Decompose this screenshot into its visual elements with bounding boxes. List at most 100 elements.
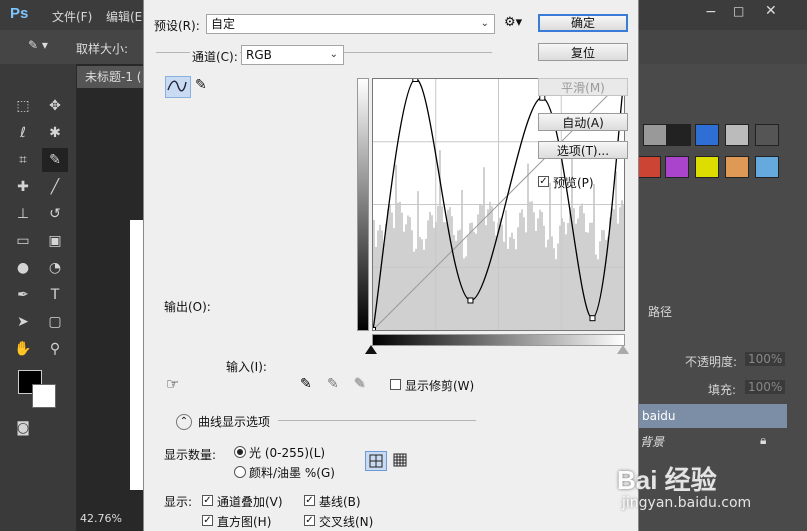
tab-paths[interactable]: 路径 xyxy=(648,303,672,320)
ok-button[interactable]: 确定 xyxy=(538,14,628,32)
history-brush-icon[interactable]: ↺ xyxy=(42,202,68,226)
curve-point[interactable] xyxy=(412,79,419,82)
zoom-tool-icon[interactable]: ⚲ xyxy=(42,337,68,361)
preview-checkbox[interactable]: ✓ xyxy=(538,176,549,187)
intersection-label: 交叉线(N) xyxy=(319,515,374,529)
eraser-tool-icon[interactable]: ▭ xyxy=(10,229,36,253)
output-gradient-bar xyxy=(357,78,369,331)
collapse-chevron-icon[interactable]: ⌃ xyxy=(176,414,192,430)
minimize-icon[interactable]: − xyxy=(705,4,717,20)
options-button[interactable]: 选项(T)... xyxy=(538,141,628,159)
background-layer-label[interactable]: 背景 xyxy=(640,433,664,450)
style-swatch[interactable] xyxy=(755,124,779,146)
dodge-tool-icon[interactable]: ◔ xyxy=(42,256,68,280)
eyedropper-icon[interactable]: ✎ xyxy=(42,148,68,172)
close-icon[interactable]: ✕ xyxy=(765,3,777,19)
histogram-bar xyxy=(587,232,589,330)
background-color-swatch[interactable] xyxy=(32,384,56,408)
curve-point[interactable] xyxy=(467,297,474,304)
reset-button[interactable]: 复位 xyxy=(538,43,628,61)
histogram-checkbox[interactable]: ✓ xyxy=(202,515,213,526)
document-tab[interactable]: 未标题-1 ( xyxy=(77,66,143,88)
healing-brush-icon[interactable]: ✚ xyxy=(10,175,36,199)
gradient-tool-icon[interactable]: ▣ xyxy=(42,229,68,253)
histogram-bar xyxy=(495,235,497,330)
show-clipping-checkbox[interactable] xyxy=(390,379,401,390)
histogram-bar xyxy=(441,206,443,330)
magic-wand-icon[interactable]: ✱ xyxy=(42,121,68,145)
grid-4x4-icon[interactable] xyxy=(365,451,387,471)
histogram-bar xyxy=(411,230,413,330)
curve-point[interactable] xyxy=(373,327,376,331)
histogram-bar xyxy=(543,225,545,330)
path-select-icon[interactable]: ➤ xyxy=(10,310,36,334)
move-tool-icon[interactable]: ✥ xyxy=(42,94,68,118)
histogram-bar xyxy=(509,237,511,330)
style-swatch[interactable] xyxy=(665,156,689,178)
grid-10x10-icon[interactable] xyxy=(390,451,410,469)
histogram-bar xyxy=(455,240,457,330)
histogram-bar xyxy=(471,222,473,330)
light-radio[interactable] xyxy=(234,446,246,458)
style-swatch[interactable] xyxy=(695,124,719,146)
hand-tool-icon[interactable]: ✋ xyxy=(10,337,36,361)
preset-options-gear-icon[interactable]: ⚙▾ xyxy=(504,15,522,30)
style-swatch[interactable] xyxy=(755,156,779,178)
style-swatch[interactable] xyxy=(667,124,691,146)
type-tool-icon[interactable]: T xyxy=(42,283,68,307)
style-swatch[interactable] xyxy=(725,124,749,146)
marquee-tool-icon[interactable]: ⬚ xyxy=(10,94,36,118)
curve-edit-point-icon[interactable] xyxy=(165,76,191,98)
style-swatch[interactable] xyxy=(637,156,661,178)
baseline-checkbox[interactable]: ✓ xyxy=(304,495,315,506)
shape-tool-icon[interactable]: ▢ xyxy=(42,310,68,334)
lasso-tool-icon[interactable]: ℓ xyxy=(10,121,36,145)
preset-select[interactable]: 自定 ⌄ xyxy=(206,14,495,34)
stamp-tool-icon[interactable]: ⊥ xyxy=(10,202,36,226)
histogram-bar xyxy=(555,259,557,330)
menu-file[interactable]: 文件(F) xyxy=(52,8,92,25)
maximize-icon[interactable]: □ xyxy=(733,4,744,18)
style-swatch[interactable] xyxy=(643,124,667,146)
input-label: 输入(I): xyxy=(226,360,267,374)
crop-tool-icon[interactable]: ⌗ xyxy=(10,148,36,172)
hand-adjust-icon[interactable]: ☞ xyxy=(166,375,179,393)
style-swatch[interactable] xyxy=(695,156,719,178)
fill-value[interactable]: 100% xyxy=(745,380,786,394)
document-canvas[interactable] xyxy=(130,220,143,490)
pencil-icon[interactable]: ✎ xyxy=(195,77,207,93)
show-amount-label: 显示数量: xyxy=(164,448,217,462)
histogram-bar xyxy=(461,189,463,330)
brush-tool-icon[interactable]: ╱ xyxy=(42,175,68,199)
white-eyedropper-icon[interactable]: ✎ xyxy=(354,376,372,394)
histogram-bar xyxy=(545,247,547,330)
channel-overlay-checkbox[interactable]: ✓ xyxy=(202,495,213,506)
smooth-button[interactable]: 平滑(M) xyxy=(538,78,628,96)
blur-tool-icon[interactable]: ● xyxy=(10,256,36,280)
auto-button[interactable]: 自动(A) xyxy=(538,113,628,131)
histogram-bar xyxy=(547,239,549,330)
curve-point[interactable] xyxy=(589,315,596,322)
pen-tool-icon[interactable]: ✒ xyxy=(10,283,36,307)
histogram-bar xyxy=(477,214,479,330)
quick-mask-icon[interactable]: ◙ xyxy=(10,416,36,440)
white-point-slider[interactable] xyxy=(617,345,629,354)
channel-select[interactable]: RGB ⌄ xyxy=(241,45,344,65)
histogram-bar xyxy=(443,222,445,330)
histogram-bar xyxy=(501,224,503,330)
menu-edit[interactable]: 编辑(E) xyxy=(106,8,147,25)
intersection-checkbox[interactable]: ✓ xyxy=(304,515,315,526)
black-point-slider[interactable] xyxy=(365,345,377,354)
histogram-bar xyxy=(429,212,431,330)
black-eyedropper-icon[interactable]: ✎ xyxy=(300,376,318,394)
chevron-down-icon: ⌄ xyxy=(480,18,489,29)
histogram-bar xyxy=(491,206,493,330)
eyedropper-tool-icon[interactable]: ✎ ▾ xyxy=(28,38,48,52)
pigment-radio[interactable] xyxy=(234,466,246,478)
histogram-bar xyxy=(423,249,425,330)
opacity-value[interactable]: 100% xyxy=(745,352,786,366)
style-swatch[interactable] xyxy=(725,156,749,178)
histogram-bar xyxy=(541,212,543,330)
layer-row[interactable]: baidu xyxy=(637,404,787,428)
gray-eyedropper-icon[interactable]: ✎ xyxy=(327,376,345,394)
